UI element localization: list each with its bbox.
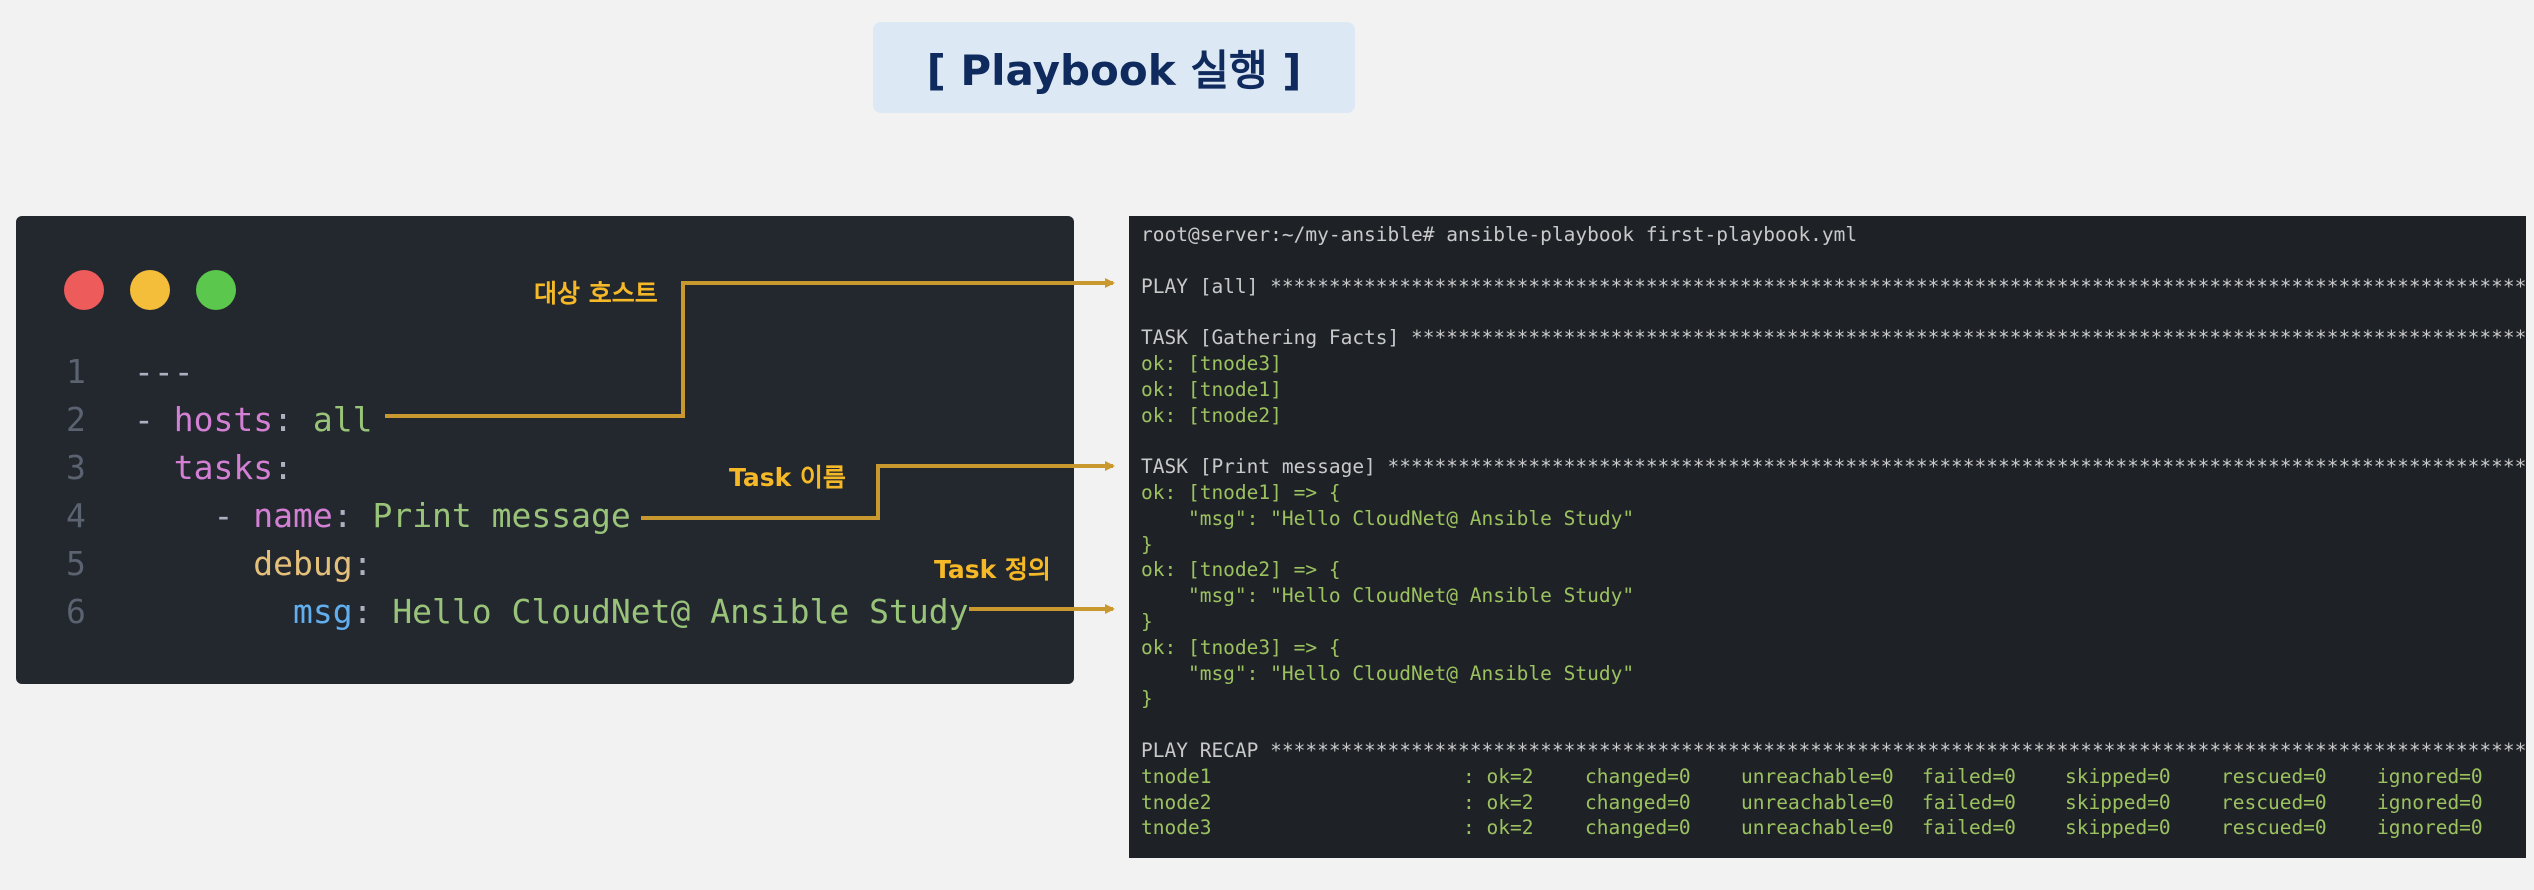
callout-arrows — [385, 278, 1115, 614]
arrow-target-host — [385, 278, 1115, 418]
arrow-task-name — [641, 461, 1115, 520]
